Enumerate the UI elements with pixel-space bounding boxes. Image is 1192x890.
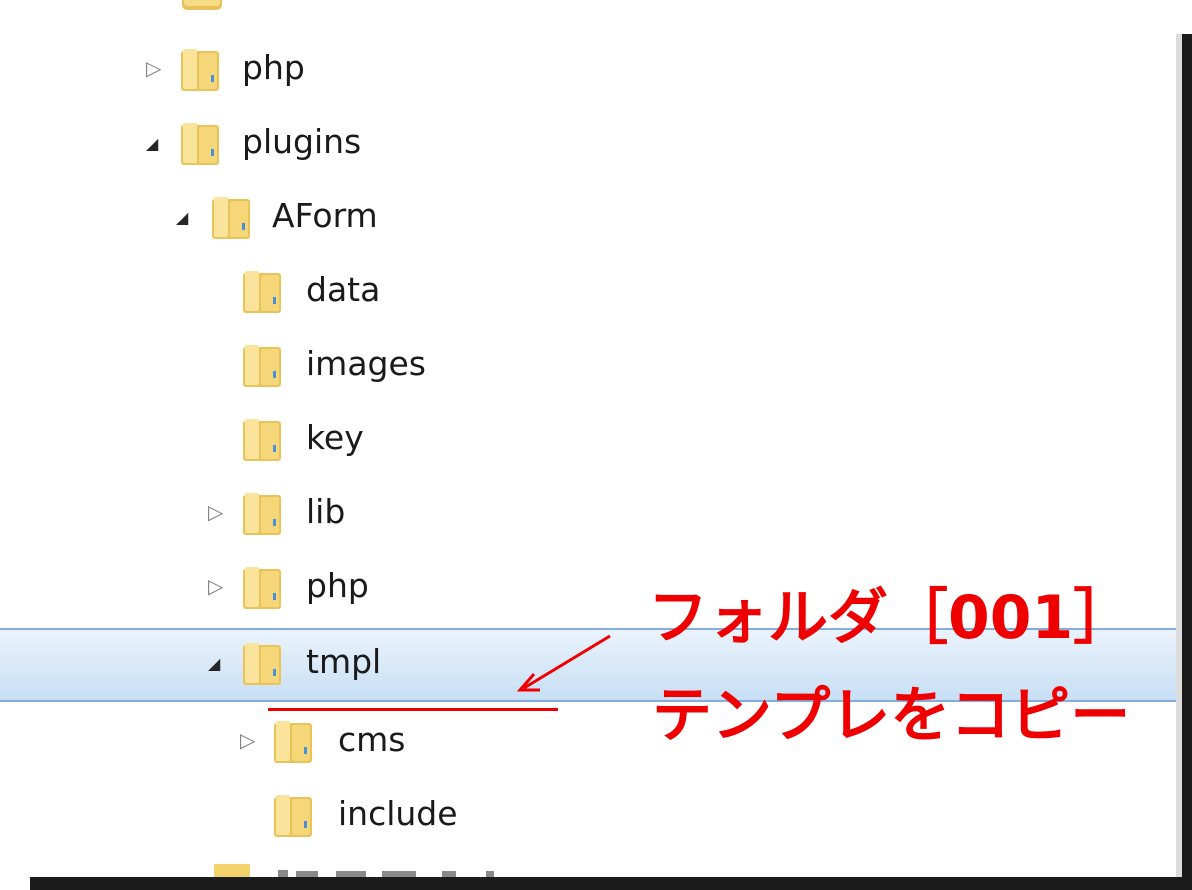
tree-item-aform[interactable]: ◢ AForm	[0, 180, 1176, 254]
tree-item-label: key	[306, 418, 364, 457]
tree-item-key[interactable]: key	[0, 402, 1176, 476]
tree-item-label: cms	[338, 720, 406, 759]
folder-icon	[274, 721, 312, 763]
annotation-underline	[268, 708, 558, 711]
partial-tree-row	[214, 864, 494, 877]
collapse-arrow-icon[interactable]: ◢	[176, 206, 198, 230]
tree-item-label: data	[306, 270, 381, 309]
explorer-tree-pane: ▷ php ◢ plugins ◢ AForm data images key …	[0, 0, 1192, 890]
tree-item-label: lib	[306, 492, 346, 531]
folder-icon	[243, 643, 281, 685]
tree-item-plugins[interactable]: ◢ plugins	[0, 106, 1176, 180]
tree-item-label: include	[338, 794, 458, 833]
tree-item-label: php	[242, 48, 305, 87]
window-border-bottom	[30, 877, 1192, 890]
expand-arrow-icon[interactable]: ▷	[208, 574, 230, 598]
expand-arrow-icon[interactable]: ▷	[146, 56, 168, 80]
annotation-line-1: フォルダ［001］	[648, 583, 1134, 653]
tree-item-label: plugins	[242, 122, 362, 161]
folder-icon	[243, 271, 281, 313]
tree-item-label: AForm	[272, 196, 378, 235]
folder-icon	[274, 795, 312, 837]
collapse-arrow-icon[interactable]: ◢	[146, 132, 168, 156]
window-border-right	[1182, 34, 1192, 890]
folder-icon	[243, 345, 281, 387]
annotation-line-2: テンプレをコピー	[652, 681, 1131, 751]
folder-icon	[182, 0, 222, 10]
tree-item-images[interactable]: images	[0, 328, 1176, 402]
tree-item-label: tmpl	[306, 642, 382, 681]
collapse-arrow-icon[interactable]: ◢	[208, 652, 230, 676]
expand-arrow-icon[interactable]: ▷	[240, 728, 262, 752]
folder-icon	[212, 197, 250, 239]
expand-arrow-icon[interactable]: ▷	[208, 500, 230, 524]
tree-item-label: php	[306, 566, 369, 605]
tree-item-php[interactable]: ▷ php	[0, 32, 1176, 106]
folder-icon	[243, 419, 281, 461]
folder-icon	[243, 493, 281, 535]
tree-item-lib[interactable]: ▷ lib	[0, 476, 1176, 550]
tree-item-include[interactable]: include	[0, 778, 1176, 852]
tree-item-data[interactable]: data	[0, 254, 1176, 328]
annotation-arrow-icon	[516, 634, 611, 692]
tree-item-label: images	[306, 344, 426, 383]
folder-icon	[243, 567, 281, 609]
folder-icon	[181, 49, 219, 91]
folder-icon	[181, 123, 219, 165]
